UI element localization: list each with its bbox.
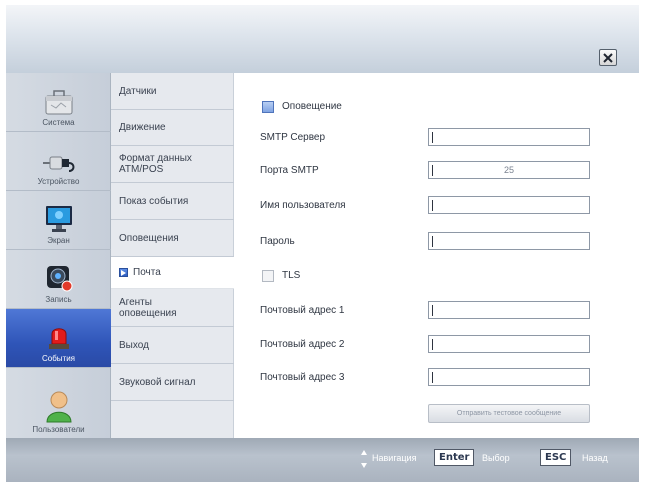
sidebar-item-label: Устройство [37, 177, 80, 186]
close-icon [603, 52, 613, 63]
text-caret [432, 236, 433, 247]
menu-item-label: Показ события [119, 195, 189, 207]
text-caret [432, 165, 433, 176]
tls-label: TLS [282, 270, 301, 281]
password-input[interactable] [428, 232, 590, 250]
sidebar-item-screen[interactable]: Экран [6, 191, 111, 250]
sidebar-item-users[interactable]: Пользователи [6, 368, 111, 438]
menu-item-notify-agents[interactable]: Агенты оповещения [111, 289, 234, 327]
nav-hint: Навигация [372, 453, 417, 463]
sidebar-item-label: Экран [47, 236, 70, 245]
category-sidebar: Система Устройство Экран Запись События … [6, 73, 111, 438]
menu-item-label: Выход [119, 339, 149, 351]
sidebar-item-label: Система [42, 118, 75, 127]
smtp-port-value: 25 [503, 165, 514, 175]
menu-item-sensors[interactable]: Датчики [111, 73, 234, 110]
menu-item-label: Почта [133, 267, 161, 278]
close-button[interactable] [599, 49, 617, 66]
mail2-input[interactable] [428, 335, 590, 353]
menu-item-label: Датчики [119, 85, 157, 97]
smtp-server-input[interactable] [428, 128, 590, 146]
menu-item-label: Оповещения [119, 232, 179, 244]
text-caret [432, 200, 433, 211]
menu-item-mail[interactable]: Почта [111, 257, 234, 289]
menu-item-atm-pos[interactable]: Формат данных ATM/POS [111, 146, 234, 183]
enter-key[interactable]: Enter [434, 449, 475, 466]
plug-icon [42, 156, 74, 172]
text-caret [432, 305, 433, 316]
menu-item-label: Агенты оповещения [119, 296, 177, 319]
smtp-port-label: Порта SMTP [260, 165, 319, 176]
sidebar-item-events[interactable]: События [6, 309, 111, 368]
menu-item-label: Звуковой сигнал [119, 376, 196, 388]
text-caret [432, 339, 433, 350]
title-bar [6, 5, 639, 73]
text-caret [432, 132, 433, 143]
menu-item-output[interactable]: Выход [111, 327, 234, 364]
esc-hint: Назад [582, 453, 608, 463]
mail2-label: Почтовый адрес 2 [260, 339, 345, 350]
mail-settings-panel: Оповещение SMTP Сервер Порта SMTP 25 Имя… [234, 73, 639, 438]
menu-item-buzzer[interactable]: Звуковой сигнал [111, 364, 234, 401]
smtp-port-input[interactable]: 25 [428, 161, 590, 179]
right-triangle-icon [119, 268, 128, 277]
password-label: Пароль [260, 236, 295, 247]
camera-icon [46, 266, 72, 292]
sidebar-item-record[interactable]: Запись [6, 250, 111, 309]
footer-bar: Навигация Enter Выбор ESC Назад [6, 438, 639, 482]
up-down-arrows-icon [361, 450, 367, 468]
mail1-input[interactable] [428, 301, 590, 319]
menu-item-label: Движение [119, 122, 166, 133]
smtp-server-label: SMTP Сервер [260, 132, 326, 143]
mail1-label: Почтовый адрес 1 [260, 305, 345, 316]
sidebar-item-system[interactable]: Система [6, 73, 111, 132]
sidebar-item-devices[interactable]: Устройство [6, 132, 111, 191]
username-input[interactable] [428, 196, 590, 214]
menu-item-notifications[interactable]: Оповещения [111, 220, 234, 257]
enter-hint: Выбор [482, 453, 510, 463]
user-icon [45, 391, 72, 423]
notify-label: Оповещение [282, 101, 342, 112]
menu-item-event-display[interactable]: Показ события [111, 183, 234, 220]
briefcase-icon [45, 90, 72, 115]
text-caret [432, 372, 433, 383]
mail3-input[interactable] [428, 368, 590, 386]
monitor-icon [45, 206, 72, 232]
sidebar-item-label: События [41, 354, 76, 363]
events-submenu: Датчики Движение Формат данных ATM/POS П… [111, 73, 234, 438]
username-label: Имя пользователя [260, 200, 346, 211]
settings-window: Система Устройство Экран Запись События … [6, 5, 639, 482]
tls-checkbox[interactable] [262, 270, 274, 282]
notify-checkbox[interactable] [262, 101, 274, 113]
menu-item-label: Формат данных ATM/POS [119, 153, 192, 175]
menu-item-motion[interactable]: Движение [111, 110, 234, 146]
sidebar-item-label: Запись [45, 295, 72, 304]
mail3-label: Почтовый адрес 3 [260, 372, 345, 383]
send-test-message-button[interactable]: Отправить тестовое сообщение [428, 404, 590, 423]
esc-key[interactable]: ESC [540, 449, 572, 466]
sidebar-item-label: Пользователи [32, 425, 85, 434]
alarm-light-icon [48, 328, 69, 349]
